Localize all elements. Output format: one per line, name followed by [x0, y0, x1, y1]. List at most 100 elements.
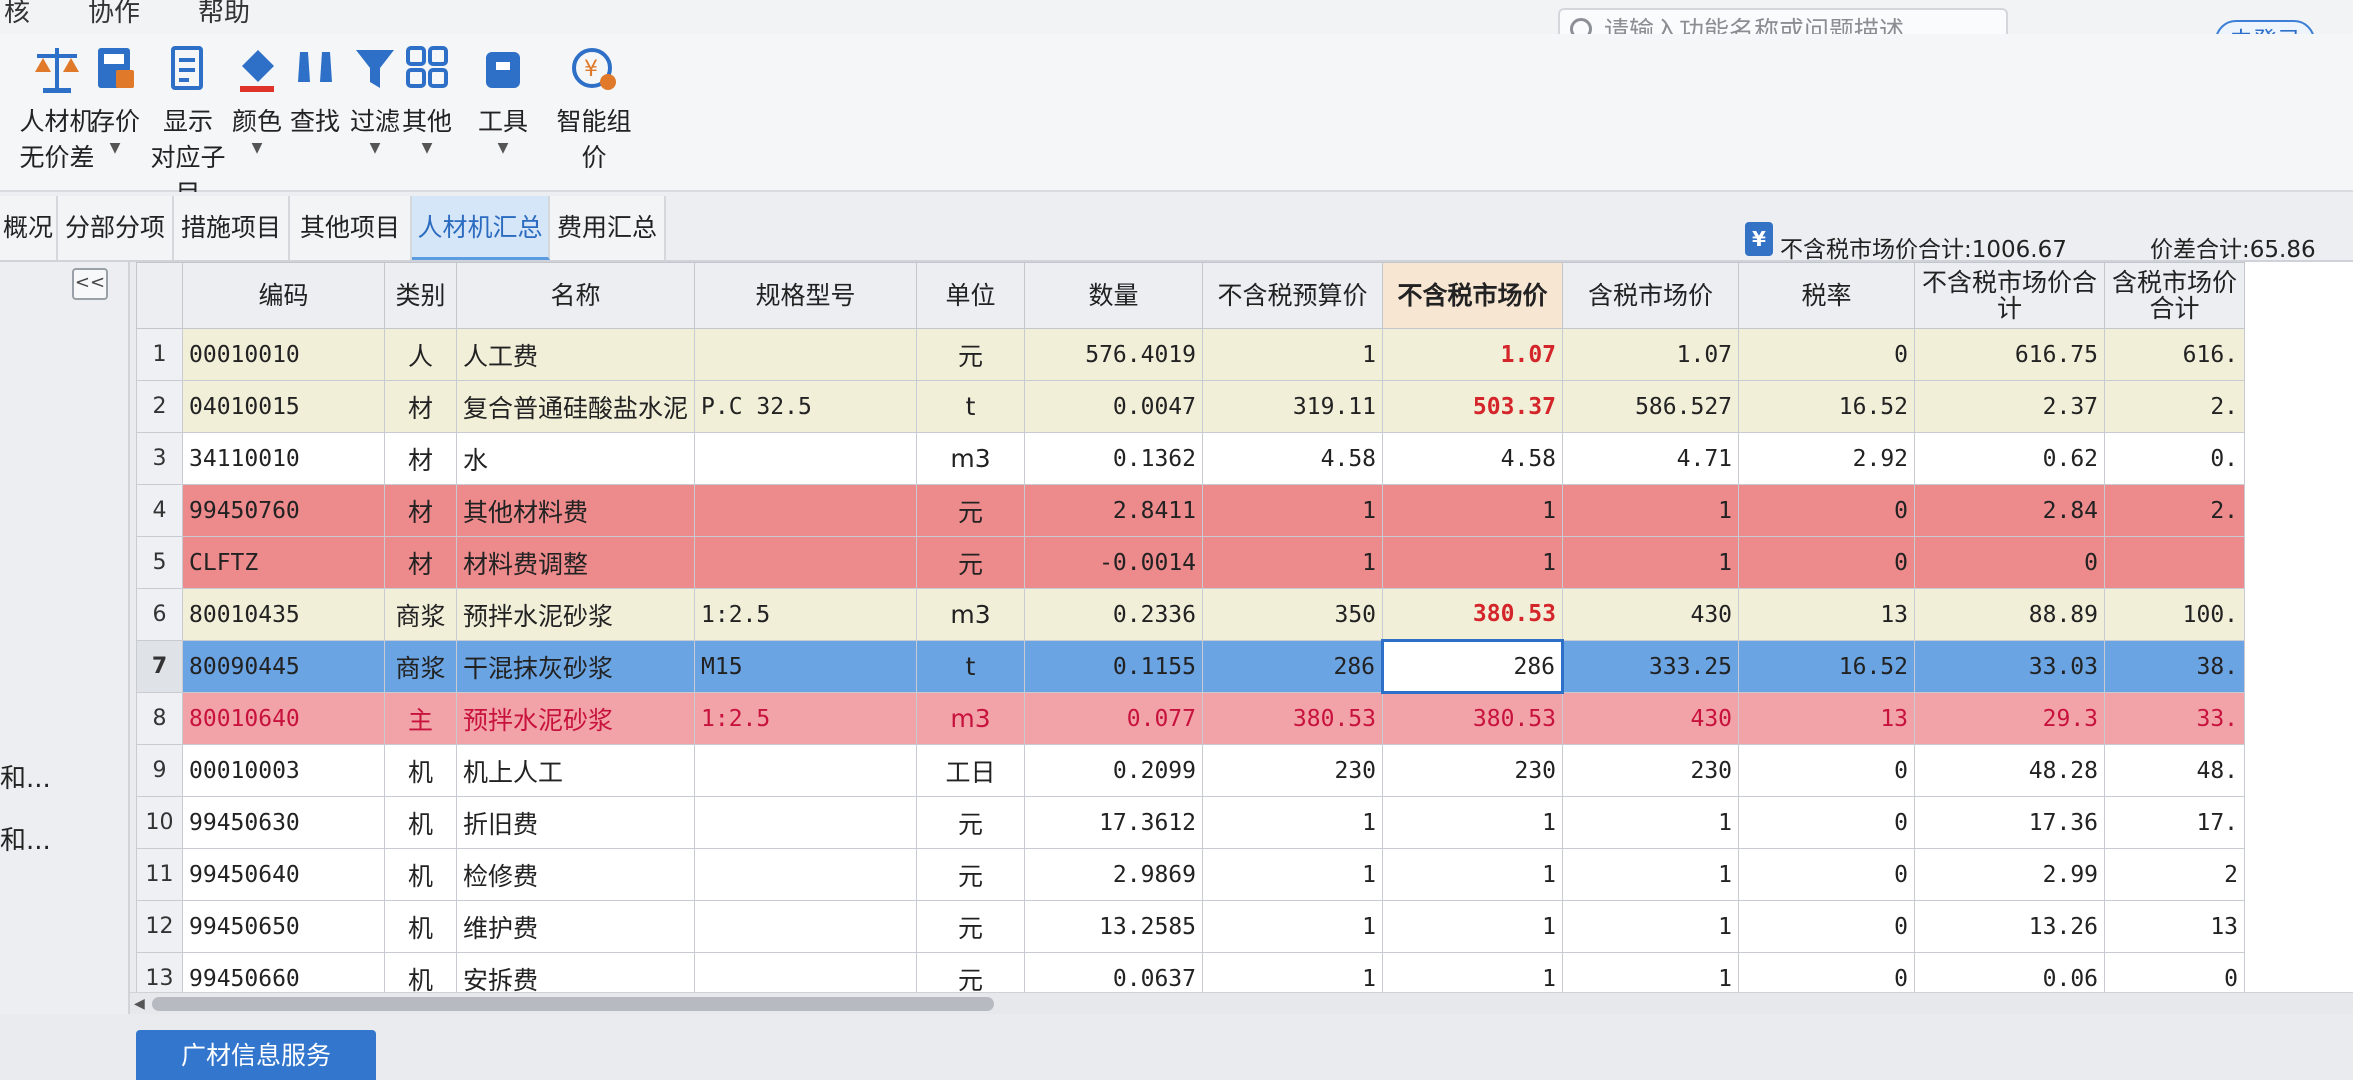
cell-tax-market-total[interactable]	[2104, 536, 2246, 589]
cell-budget-price[interactable]: 1	[1202, 848, 1384, 901]
cell-spec[interactable]	[694, 796, 918, 849]
horizontal-scrollbar[interactable]: ◀	[130, 992, 2353, 1014]
cell-tax-market-total[interactable]: 13	[2104, 900, 2246, 953]
cell-budget-price[interactable]: 1	[1202, 536, 1384, 589]
cell-tax-rate[interactable]: 0	[1738, 744, 1916, 797]
header-tax-market-total[interactable]: 含税市场价合计	[2104, 262, 2246, 329]
cell-tax-market-price[interactable]: 333.25	[1562, 640, 1740, 693]
smart-pricing-button[interactable]: ¥ 智能组价	[552, 42, 636, 174]
cell-spec[interactable]: 1:2.5	[694, 692, 918, 745]
cell-quantity[interactable]: 0.0637	[1024, 952, 1204, 992]
cell-tax-market-price[interactable]: 430	[1562, 588, 1740, 641]
cell-market-price[interactable]: 503.37	[1382, 380, 1564, 433]
scroll-left-icon[interactable]: ◀	[134, 996, 145, 1012]
cell-tax-market-total[interactable]: 2	[2104, 848, 2246, 901]
cell-tax-market-price[interactable]: 1	[1562, 796, 1740, 849]
cell-tax-market-price[interactable]: 230	[1562, 744, 1740, 797]
cell-code[interactable]: CLFTZ	[182, 536, 385, 589]
table-row[interactable]: 2 04010015 材复合普通硅酸盐水泥 P.C 32.5 t 0.0047 319.11…	[136, 380, 2246, 433]
cell-tax-market-price[interactable]: 586.527	[1562, 380, 1740, 433]
cell-category[interactable]: 机	[384, 796, 457, 849]
tab-fee-summary[interactable]: 费用汇总	[550, 196, 666, 260]
filter-button[interactable]: 过滤 ▼	[350, 42, 400, 156]
cell-name[interactable]: 检修费	[455, 848, 696, 901]
cell-tax-rate[interactable]: 0	[1738, 328, 1916, 381]
show-subitem-button[interactable]: 显示 对应子目	[146, 42, 230, 210]
cell-code[interactable]: 34110010	[182, 432, 385, 485]
cell-spec[interactable]	[694, 432, 918, 485]
chevron-down-icon[interactable]: ▼	[232, 140, 282, 156]
cell-name[interactable]: 人工费	[455, 328, 696, 381]
cell-market-total[interactable]: 0.62	[1914, 432, 2106, 485]
cell-quantity[interactable]: 0.2336	[1024, 588, 1204, 641]
cell-code[interactable]: 00010003	[182, 744, 385, 797]
cell-spec[interactable]: P.C 32.5	[694, 380, 918, 433]
cell-tax-rate[interactable]: 0	[1738, 848, 1916, 901]
cell-tax-market-total[interactable]: 48.	[2104, 744, 2246, 797]
chevron-down-icon[interactable]: ▼	[350, 140, 400, 156]
cell-category[interactable]: 材	[384, 484, 457, 537]
table-row[interactable]: 6 80010435 商浆 预拌水泥砂浆 1:2.5 m3 0.2336 350 380.53 4…	[136, 588, 2246, 641]
cell-market-total[interactable]: 0	[1914, 536, 2106, 589]
cell-spec[interactable]	[694, 848, 918, 901]
cell-name[interactable]: 维护费	[455, 900, 696, 953]
table-row[interactable]: 7 80090445 商浆 干混抹灰砂浆 M15 t 0.1155 286 286 333.25 1…	[136, 639, 2246, 694]
cell-budget-price[interactable]: 4.58	[1202, 432, 1384, 485]
color-button[interactable]: 颜色 ▼	[232, 42, 282, 156]
cell-category[interactable]: 机	[384, 848, 457, 901]
cell-market-total[interactable]: 17.36	[1914, 796, 2106, 849]
cell-code[interactable]: 99450630	[182, 796, 385, 849]
cell-name[interactable]: 干混抹灰砂浆	[455, 640, 696, 693]
cell-tax-market-price[interactable]: 4.71	[1562, 432, 1740, 485]
cell-category[interactable]: 商浆	[384, 640, 457, 693]
cell-category[interactable]: 人	[384, 328, 457, 381]
cell-code[interactable]: 99450640	[182, 848, 385, 901]
cell-market-price[interactable]: 1	[1382, 796, 1564, 849]
cell-budget-price[interactable]: 286	[1202, 640, 1384, 693]
cell-category[interactable]: 机	[384, 744, 457, 797]
cell-unit[interactable]: t	[916, 380, 1026, 433]
cell-market-total[interactable]: 13.26	[1914, 900, 2106, 953]
cell-category[interactable]: 材	[384, 432, 457, 485]
cell-quantity[interactable]: 0.1155	[1024, 640, 1204, 693]
left-panel-item[interactable]: 和...	[0, 758, 51, 795]
cell-spec[interactable]	[694, 484, 918, 537]
menu-item-help[interactable]: 帮助	[198, 0, 250, 29]
cell-quantity[interactable]: -0.0014	[1024, 536, 1204, 589]
tab-other-items[interactable]: 其他项目	[290, 196, 412, 260]
cell-unit[interactable]: 元	[916, 484, 1026, 537]
header-budget-price[interactable]: 不含税预算价	[1202, 262, 1384, 329]
header-spec[interactable]: 规格型号	[694, 262, 918, 329]
cell-code[interactable]: 80010640	[182, 692, 385, 745]
other-button[interactable]: 其他 ▼	[402, 42, 452, 156]
cell-unit[interactable]: t	[916, 640, 1026, 693]
cell-unit[interactable]: 元	[916, 900, 1026, 953]
cell-market-price[interactable]: 1	[1382, 536, 1564, 589]
cell-unit[interactable]: m3	[916, 588, 1026, 641]
cell-market-price[interactable]: 4.58	[1382, 432, 1564, 485]
cell-tax-rate[interactable]: 13	[1738, 692, 1916, 745]
left-panel-item[interactable]: 和...	[0, 820, 51, 857]
cell-unit[interactable]: 元	[916, 952, 1026, 992]
cell-category[interactable]: 材	[384, 380, 457, 433]
cell-market-price[interactable]: 1	[1382, 848, 1564, 901]
cell-tax-market-total[interactable]: 100.	[2104, 588, 2246, 641]
cell-market-total[interactable]: 2.37	[1914, 380, 2106, 433]
cell-spec[interactable]: 1:2.5	[694, 588, 918, 641]
cell-tax-market-price[interactable]: 1	[1562, 536, 1740, 589]
table-row[interactable]: 4 99450760 材其他材料费元 2.8411 1 1 1 0 2.84 2.	[136, 484, 2246, 537]
cell-code[interactable]: 99450760	[182, 484, 385, 537]
cell-unit[interactable]: 元	[916, 536, 1026, 589]
cell-unit[interactable]: 元	[916, 328, 1026, 381]
cell-spec[interactable]	[694, 952, 918, 992]
table-row[interactable]: 11 99450640 机检修费元 2.9869 1 1 1 0 2.99 2	[136, 848, 2246, 901]
cell-market-price[interactable]: 230	[1382, 744, 1564, 797]
header-name[interactable]: 名称	[455, 262, 696, 329]
table-row[interactable]: 1 00010010 人人工费元 576.4019 1 1.07 1.07 0 616.75 61…	[136, 328, 2246, 381]
cell-tax-market-total[interactable]: 616.	[2104, 328, 2246, 381]
cell-market-price[interactable]: 286	[1381, 639, 1565, 694]
cell-code[interactable]: 80090445	[182, 640, 385, 693]
cell-spec[interactable]	[694, 536, 918, 589]
chevron-down-icon[interactable]: ▼	[478, 140, 528, 156]
cell-tax-rate[interactable]: 0	[1738, 952, 1916, 992]
